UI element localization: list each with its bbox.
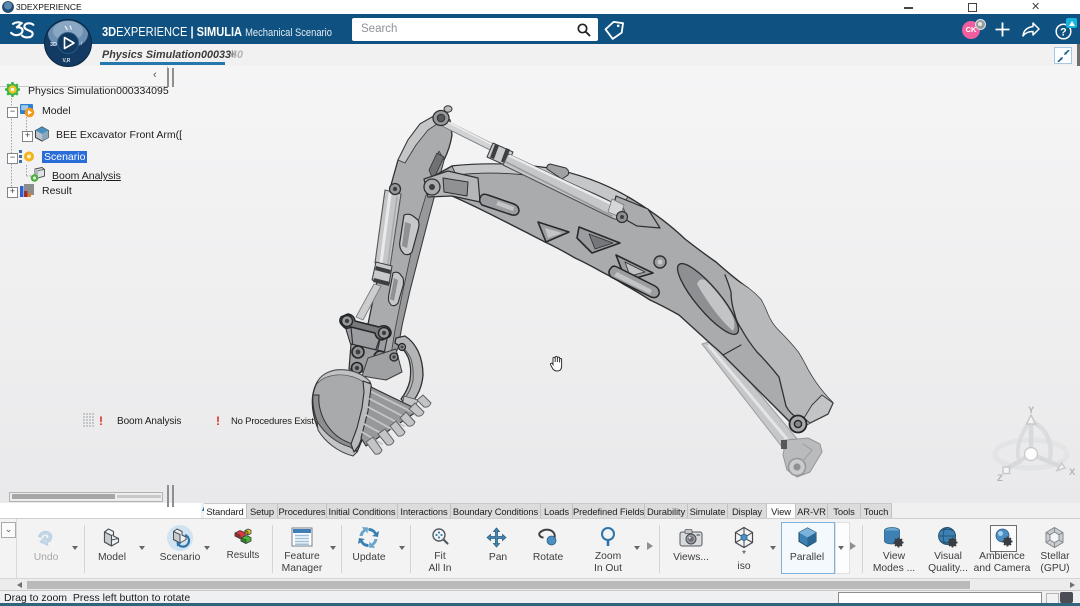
svg-text:i: i bbox=[81, 41, 82, 47]
svg-text:?: ? bbox=[1060, 27, 1067, 39]
svg-text:V,R: V,R bbox=[63, 58, 71, 64]
svg-text:3D: 3D bbox=[50, 42, 57, 48]
